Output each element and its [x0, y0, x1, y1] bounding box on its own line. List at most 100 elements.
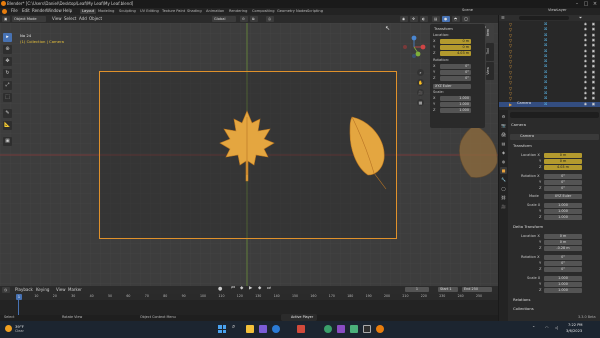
tab-scripting[interactable]: Scripting — [305, 9, 325, 14]
outliner-row[interactable]: ▽ ⌘ ◉ ▣ — [499, 96, 600, 101]
render-toggle-icon[interactable]: ▣ — [591, 49, 596, 54]
header-menu-select[interactable]: Select — [64, 17, 76, 21]
tab-view[interactable]: View — [486, 62, 494, 80]
current-frame-field[interactable]: 1 — [405, 287, 429, 292]
render-toggle-icon[interactable]: ▣ — [591, 91, 596, 96]
outliner-row[interactable]: ▽ ⌘ ◉ ▣ — [499, 86, 600, 91]
outliner-row[interactable]: ▽ ⌘ ◉ ▣ — [499, 43, 600, 48]
clock-time[interactable]: 7:22 PM — [568, 323, 582, 328]
xray-icon[interactable]: ▤ — [432, 16, 440, 22]
location-z-field[interactable]: 4.03 m — [544, 165, 582, 170]
timeline-editor-icon[interactable]: ◷ — [2, 287, 10, 293]
delta-scale-y[interactable]: 1.000 — [544, 282, 582, 287]
pan-icon[interactable]: ✋ — [417, 79, 424, 86]
outliner-row[interactable]: ▽ ⌘ ◉ ▣ — [499, 91, 600, 96]
render-properties-icon[interactable]: 📷 — [500, 122, 507, 129]
outliner-row[interactable]: ▽ ⌘ ◉ ▣ — [499, 80, 600, 85]
terminal-icon[interactable] — [363, 325, 371, 333]
npanel-location-x[interactable]: 0 m — [440, 39, 471, 44]
object-name-field[interactable]: Camera — [510, 134, 599, 140]
3d-viewport[interactable]: No 24 (1) Collection | Camera ▸ ⊕ ✥ ↻ ⤢ … — [0, 23, 498, 286]
editor-type-icon[interactable]: ▣ — [2, 16, 10, 22]
play-icon[interactable]: ▶ — [249, 286, 252, 291]
tab-compositing[interactable]: Compositing — [250, 9, 277, 14]
delta-location-x[interactable]: 0 m — [544, 234, 582, 239]
visibility-eye-icon[interactable]: ◉ — [583, 70, 588, 75]
menu-help[interactable]: Help — [63, 9, 72, 13]
menu-file[interactable]: File — [11, 9, 18, 13]
blender-menu-icon[interactable] — [2, 9, 7, 14]
jump-start-icon[interactable]: ⏮ — [231, 286, 235, 291]
npanel-location-y[interactable]: 0 m — [440, 45, 471, 50]
outliner-row[interactable]: ▽ ⌘ ◉ ▣ — [499, 49, 600, 54]
oval-leaf[interactable] — [346, 113, 390, 191]
object-data-properties-icon[interactable]: 🎥 — [500, 203, 507, 210]
delta-location-z[interactable]: -0.28 m — [544, 246, 582, 251]
tab-animation[interactable]: Animation — [204, 9, 226, 14]
render-toggle-icon[interactable]: ▣ — [591, 38, 596, 43]
render-toggle-icon[interactable]: ▣ — [591, 70, 596, 75]
blender-taskbar-icon[interactable] — [376, 325, 384, 333]
outliner-row[interactable]: ▽ ⌘ ◉ ▣ — [499, 70, 600, 75]
visibility-eye-icon[interactable]: ◉ — [583, 38, 588, 43]
rotate-tool-icon[interactable]: ↻ — [3, 69, 12, 78]
rotation-x-field[interactable]: 0° — [544, 174, 582, 179]
start-frame-field[interactable]: Start 1 — [438, 287, 458, 292]
visibility-eye-icon[interactable]: ◉ — [583, 59, 588, 64]
select-tool-icon[interactable]: ▸ — [3, 33, 12, 42]
tab-item[interactable]: Item — [486, 24, 494, 42]
tab-modeling[interactable]: Modeling — [96, 9, 116, 14]
header-menu-view[interactable]: View — [52, 17, 62, 21]
output-properties-icon[interactable]: 🖨 — [500, 131, 507, 138]
volume-icon[interactable]: ◁ — [555, 326, 558, 330]
delta-rotation-y[interactable]: 0° — [544, 261, 582, 266]
npanel-rotation-x[interactable]: 0° — [440, 64, 471, 69]
outliner-row[interactable]: ▽ ⌘ ◉ ▣ — [499, 54, 600, 59]
search-icon[interactable]: ⌕ — [232, 324, 235, 330]
teams-icon[interactable] — [259, 325, 267, 333]
npanel-scale-y[interactable]: 1.000 — [440, 102, 471, 107]
cursor-tool-icon[interactable]: ⊕ — [3, 45, 12, 54]
scale-y-field[interactable]: 1.000 — [544, 209, 582, 214]
delta-rotation-z[interactable]: 0° — [544, 267, 582, 272]
maximize-icon[interactable]: □ — [582, 1, 590, 7]
mode-selector[interactable]: Object Mode — [12, 16, 46, 22]
render-toggle-icon[interactable]: ▣ — [591, 54, 596, 59]
render-toggle-icon[interactable]: ▣ — [591, 43, 596, 48]
timeline-menu-keying[interactable]: Keying — [36, 288, 49, 292]
visibility-eye-icon[interactable]: ◉ — [583, 49, 588, 54]
tray-chevron-icon[interactable]: ⌃ — [532, 326, 535, 330]
overlay-icon[interactable]: ◐ — [420, 16, 428, 22]
npanel-rotation-mode[interactable]: XYZ Euler — [433, 84, 471, 89]
timeline-menu-view[interactable]: View — [56, 288, 66, 292]
shading-rendered-icon[interactable]: ◯ — [462, 16, 470, 22]
visibility-eye-icon[interactable]: ◉ — [583, 91, 588, 96]
edge-icon[interactable] — [272, 325, 280, 333]
next-key-icon[interactable]: ◆ — [258, 286, 261, 291]
npanel-scale-x[interactable]: 1.000 — [440, 96, 471, 101]
zoom-icon[interactable]: ⌕ — [417, 69, 424, 76]
render-toggle-icon[interactable]: ▣ — [591, 80, 596, 85]
relations-section[interactable]: Relations — [513, 298, 530, 302]
viewlayer-selector[interactable]: ViewLayer — [548, 8, 567, 13]
snap-icon[interactable]: ⧉ — [250, 16, 258, 22]
visibility-eye-icon[interactable]: ◉ — [583, 80, 588, 85]
app-icon[interactable] — [337, 325, 345, 333]
tab-uv-editing[interactable]: UV Editing — [138, 9, 161, 14]
collections-section[interactable]: Collections — [513, 307, 534, 311]
visibility-eye-icon[interactable]: ◉ — [583, 64, 588, 69]
outliner-row[interactable]: ▽ ⌘ ◉ ▣ — [499, 22, 600, 27]
timeline-area[interactable]: 1102030405060708090100110120130140150160… — [0, 294, 498, 315]
render-toggle-icon[interactable]: ▣ — [591, 33, 596, 38]
visibility-eye-icon[interactable]: ◉ — [583, 22, 588, 27]
windows-start-icon[interactable] — [218, 325, 226, 333]
visibility-eye-icon[interactable]: ◉ — [583, 33, 588, 38]
delta-scale-x[interactable]: 1.000 — [544, 276, 582, 281]
timeline-menu-playback[interactable]: Playback — [15, 288, 33, 292]
visibility-eye-icon[interactable]: ◉ — [583, 102, 588, 107]
timeline-menu-marker[interactable]: Marker — [68, 288, 82, 292]
location-y-field[interactable]: 0 m — [544, 159, 582, 164]
outliner-row[interactable]: ▽ ⌘ ◉ ▣ — [499, 64, 600, 69]
tab-sculpting[interactable]: Sculpting — [117, 9, 138, 14]
add-cube-tool-icon[interactable]: ▣ — [3, 137, 12, 146]
